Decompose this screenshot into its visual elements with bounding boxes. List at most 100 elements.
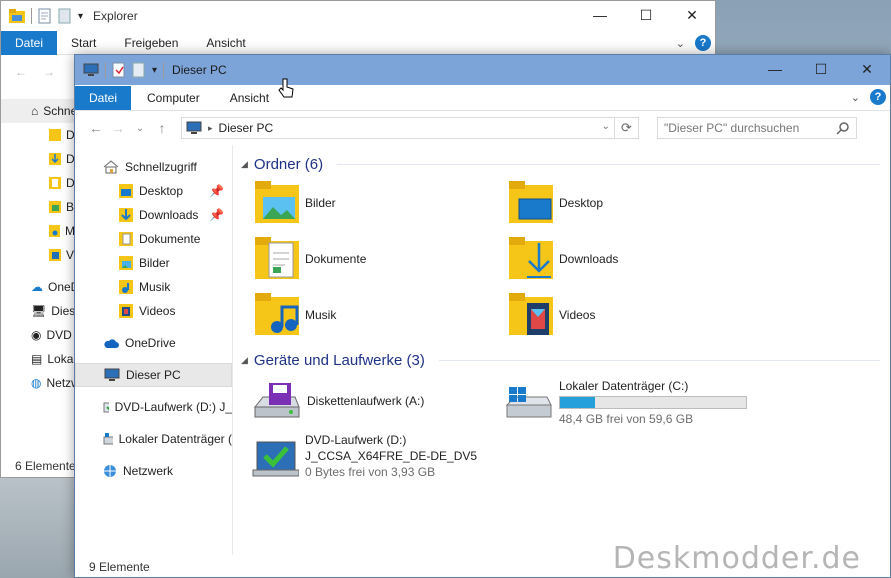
back-arrow-icon[interactable]: ← <box>15 65 27 79</box>
disk-usage-fill <box>560 397 596 408</box>
tab-freigeben[interactable]: Freigeben <box>110 31 192 55</box>
properties-icon[interactable] <box>112 62 126 78</box>
maximize-button[interactable]: ☐ <box>798 55 844 83</box>
folder-tile-desktop[interactable]: Desktop <box>509 181 603 225</box>
tab-ansicht[interactable]: Ansicht <box>192 31 259 55</box>
new-folder-icon[interactable] <box>132 62 146 78</box>
nav-item-onedrive[interactable]: OneDrive <box>75 331 232 355</box>
dvd-drive-icon <box>252 441 299 477</box>
documents-folder-icon <box>49 177 61 189</box>
folder-tile-documents[interactable]: Dokumente <box>255 237 366 281</box>
local-disk-free: 48,4 GB frei von 59,6 GB <box>559 412 694 426</box>
nav-item-local-disk[interactable]: Lokaler Datenträger ( <box>75 427 232 451</box>
nav-item-pictures[interactable]: Bilder <box>75 251 232 275</box>
sidebar-item[interactable]: ⌂Schnellzugriff <box>1 99 75 123</box>
recent-locations-icon[interactable]: ⌄ <box>129 123 151 134</box>
address-bar[interactable]: ▸ Dieser PC ⌄ ⟳ <box>181 117 639 139</box>
refresh-button[interactable]: ⟳ <box>614 118 638 138</box>
search-input[interactable]: "Dieser PC" durchsuchen <box>657 117 857 139</box>
sidebar-item[interactable]: B <box>1 195 75 219</box>
folder-tile-videos[interactable]: Videos <box>509 293 595 337</box>
videos-folder-icon <box>119 304 133 318</box>
forward-arrow-icon[interactable]: → <box>43 65 55 79</box>
maximize-button[interactable]: ☐ <box>623 1 669 29</box>
nav-item-videos[interactable]: Videos <box>75 299 232 323</box>
nav-item-dvd[interactable]: DVD-Laufwerk (D:) J_ <box>75 395 232 419</box>
tab-ansicht[interactable]: Ansicht <box>216 86 283 110</box>
background-status: 6 Elemente <box>15 459 76 473</box>
new-folder-icon[interactable] <box>58 8 72 24</box>
help-icon[interactable]: ? <box>695 35 711 51</box>
explorer-window[interactable]: ▾ Dieser PC — ☐ ✕ Datei Computer Ansicht… <box>74 54 891 578</box>
group-header-folders[interactable]: ◢ Ordner (6) <box>241 153 890 175</box>
drive-tile-dvd[interactable]: DVD-Laufwerk (D:) J_CCSA_X64FRE_DE-DE_DV… <box>251 433 477 479</box>
music-folder-icon <box>49 225 60 237</box>
minimize-button[interactable]: — <box>752 55 798 83</box>
drive-tile-local-c[interactable]: Lokaler Datenträger (C:) 48,4 GB frei vo… <box>505 379 747 426</box>
local-disk-label: Lokaler Datenträger (C:) <box>559 379 689 393</box>
sidebar-item[interactable]: D <box>1 147 75 171</box>
nav-item-downloads[interactable]: Downloads 📌 <box>75 203 232 227</box>
network-icon: ◍ <box>31 376 42 390</box>
minimize-button[interactable]: — <box>577 1 623 29</box>
nav-item-music[interactable]: Musik <box>75 275 232 299</box>
nav-item-desktop[interactable]: Desktop 📌 <box>75 179 232 203</box>
quick-access-dropdown-icon[interactable]: ▾ <box>78 11 83 22</box>
pin-icon[interactable]: 📌 <box>209 208 224 222</box>
collapse-triangle-icon[interactable]: ◢ <box>241 159 248 170</box>
home-icon: ⌂ <box>31 104 39 118</box>
help-icon[interactable]: ? <box>870 89 886 105</box>
chevron-down-icon[interactable]: ⌄ <box>851 91 860 104</box>
tab-computer[interactable]: Computer <box>131 86 216 110</box>
dvd-label: DVD-Laufwerk (D:) <box>305 433 407 447</box>
sidebar-item[interactable]: D <box>1 171 75 195</box>
dvd-drive-icon <box>103 402 109 413</box>
up-arrow-icon[interactable]: ↑ <box>151 120 173 136</box>
sidebar-item[interactable]: M <box>1 219 75 243</box>
pin-icon[interactable]: 📌 <box>209 184 224 198</box>
tab-datei[interactable]: Datei <box>1 30 58 55</box>
nav-item-network[interactable]: Netzwerk <box>75 459 232 483</box>
music-folder-icon <box>119 280 133 294</box>
divider <box>438 359 880 361</box>
sidebar-item[interactable]: 🖥Dieser PC <box>1 299 75 323</box>
address-row: ← → ⌄ ↑ ▸ Dieser PC ⌄ ⟳ "Dieser PC" durc… <box>75 111 890 145</box>
forward-arrow-icon[interactable]: → <box>107 120 129 136</box>
folder-tile-downloads[interactable]: Downloads <box>509 237 618 281</box>
tab-start[interactable]: Start <box>57 31 110 55</box>
home-icon <box>103 160 119 174</box>
nav-item-this-pc[interactable]: Dieser PC <box>75 363 232 387</box>
sidebar-item[interactable]: ◉ DVD <box>1 323 75 347</box>
sidebar-item[interactable]: ☁OneDrive <box>1 275 75 299</box>
close-button[interactable]: ✕ <box>669 1 715 29</box>
floppy-drive-icon <box>253 383 300 418</box>
nav-item-quick-access[interactable]: Schnellzugriff <box>75 155 232 179</box>
chevron-down-icon[interactable]: ⌄ <box>676 37 685 50</box>
search-icon[interactable] <box>836 121 850 135</box>
collapse-triangle-icon[interactable]: ◢ <box>241 355 248 366</box>
pictures-folder-icon <box>119 256 133 270</box>
dvd-icon: ◉ <box>31 328 42 342</box>
folder-tile-music[interactable]: Musik <box>255 293 336 337</box>
sidebar-item[interactable]: D <box>1 123 75 147</box>
sidebar-item[interactable]: ◍Netzwerk <box>1 371 75 395</box>
group-header-devices[interactable]: ◢ Geräte und Laufwerke (3) <box>241 349 890 371</box>
sidebar-item[interactable]: V <box>1 243 75 267</box>
address-dropdown-icon[interactable]: ⌄ <box>602 121 610 132</box>
back-arrow-icon[interactable]: ← <box>85 120 107 136</box>
nav-item-documents[interactable]: Dokumente <box>75 227 232 251</box>
tab-datei[interactable]: Datei <box>75 85 132 110</box>
quick-access-dropdown-icon[interactable]: ▾ <box>152 65 157 76</box>
background-titlebar[interactable]: ▾ Explorer — ☐ ✕ <box>1 1 715 31</box>
breadcrumb-arrow-icon[interactable]: ▸ <box>208 123 213 134</box>
sidebar-item[interactable]: ▤Lokaler <box>1 347 75 371</box>
properties-icon[interactable] <box>38 8 52 24</box>
folder-tile-pictures[interactable]: Bilder <box>255 181 336 225</box>
close-button[interactable]: ✕ <box>844 55 890 83</box>
drive-tile-floppy[interactable]: Diskettenlaufwerk (A:) <box>251 381 424 421</box>
breadcrumb[interactable]: Dieser PC <box>219 121 274 135</box>
folder-icon <box>49 129 61 141</box>
ribbon: Datei Computer Ansicht ⌄ ? <box>75 85 890 111</box>
hand-cursor-icon <box>278 78 294 98</box>
titlebar[interactable]: ▾ Dieser PC — ☐ ✕ <box>75 55 890 85</box>
